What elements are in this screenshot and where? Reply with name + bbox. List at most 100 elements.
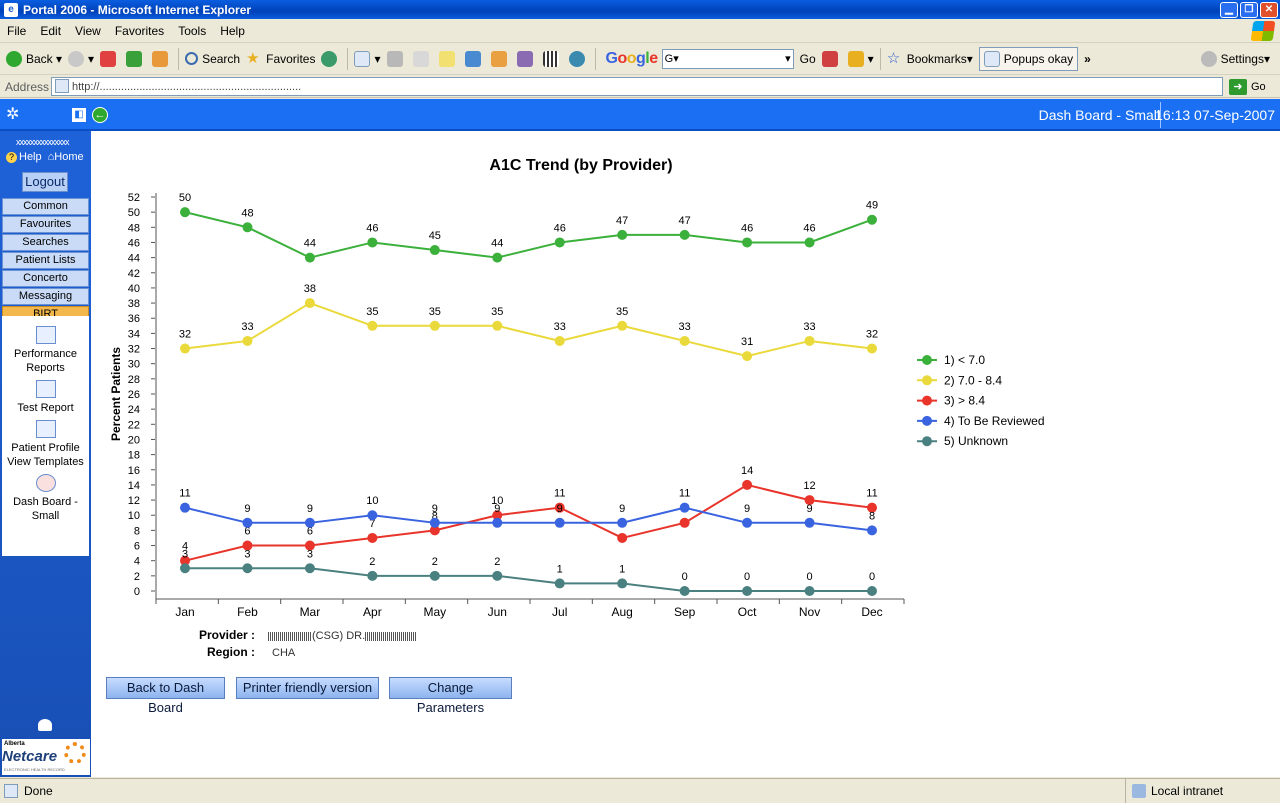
- change-parameters-button[interactable]: Change Parameters: [389, 677, 512, 715]
- settings-button[interactable]: Settings▾: [1200, 47, 1270, 71]
- popups-button[interactable]: Popups okay: [978, 46, 1079, 71]
- data-label: 9: [619, 503, 625, 515]
- netcare-alberta: Alberta: [4, 741, 25, 747]
- portal-logo-icon[interactable]: ✲: [6, 107, 22, 123]
- nav-concerto[interactable]: Concerto: [2, 270, 89, 287]
- search-button[interactable]: Search: [185, 47, 240, 71]
- birt-test-report[interactable]: Test Report: [2, 380, 89, 415]
- nav-searches[interactable]: Searches: [2, 234, 89, 251]
- nav-common[interactable]: Common: [2, 198, 89, 215]
- menu-favorites[interactable]: Favorites: [108, 24, 171, 38]
- data-label: 50: [179, 192, 191, 204]
- bookmarks-button[interactable]: ☆ Bookmarks▾: [887, 47, 973, 71]
- google-search-input[interactable]: G▾ ▾: [661, 48, 794, 69]
- legend-label: 5) Unknown: [944, 434, 1008, 448]
- data-label: 48: [241, 207, 253, 219]
- birt-patient-profile[interactable]: Patient Profile View Templates: [2, 420, 89, 469]
- x-tick-label: Dec: [861, 605, 882, 619]
- data-point: [804, 586, 815, 596]
- region-value: CHA: [272, 647, 296, 659]
- menu-tools[interactable]: Tools: [171, 24, 213, 38]
- google-extra-button[interactable]: ▾: [847, 47, 874, 71]
- mail-button[interactable]: ▾: [354, 47, 381, 71]
- print-button[interactable]: [386, 47, 407, 71]
- data-point: [867, 343, 877, 354]
- google-go-button[interactable]: Go: [800, 47, 816, 71]
- data-label: 33: [554, 321, 566, 333]
- netcare-logo: Alberta Netcare ELECTRONIC HEALTH RECORD: [2, 739, 90, 775]
- menu-view[interactable]: View: [68, 24, 108, 38]
- data-point: [679, 502, 690, 513]
- legend-label: 2) 7.0 - 8.4: [944, 373, 1002, 387]
- search-icon: [185, 52, 199, 65]
- birt-dash-board-small[interactable]: Dash Board - Small: [2, 474, 89, 523]
- data-label: 35: [616, 306, 628, 318]
- data-label: 46: [366, 222, 378, 234]
- y-axis-label: Percent Patients: [109, 347, 123, 441]
- address-go-button[interactable]: ➜ Go: [1229, 78, 1266, 95]
- legend-marker: [922, 436, 932, 447]
- printer-friendly-button[interactable]: Printer friendly version: [236, 677, 379, 699]
- data-point: [617, 320, 628, 331]
- collapse-sidebar-icon[interactable]: ◧: [72, 108, 86, 122]
- menu-help[interactable]: Help: [213, 24, 252, 38]
- research-button[interactable]: [490, 47, 511, 71]
- address-label: Address: [5, 79, 50, 94]
- nav-messaging[interactable]: Messaging: [2, 288, 89, 305]
- data-point: [804, 237, 815, 248]
- popups-label: Popups okay: [1003, 51, 1074, 66]
- data-label: 9: [744, 503, 750, 515]
- network-button[interactable]: [568, 47, 589, 71]
- google-options-button[interactable]: [821, 47, 842, 71]
- google-go-label: Go: [799, 51, 816, 66]
- discuss-button[interactable]: [438, 47, 459, 71]
- data-label: 11: [679, 488, 690, 500]
- popup-blocker-icon: [983, 50, 1000, 67]
- menu-edit[interactable]: Edit: [33, 24, 68, 38]
- refresh-button[interactable]: [126, 47, 146, 71]
- messenger-icon: [464, 50, 481, 67]
- back-circle-icon[interactable]: ←: [92, 107, 108, 123]
- forward-button[interactable]: ▾: [68, 47, 94, 71]
- legend-marker: [922, 415, 932, 426]
- y-tick-label: 36: [128, 313, 140, 325]
- data-label: 2: [494, 556, 500, 568]
- session-icon[interactable]: [38, 719, 52, 731]
- status-text: Done: [24, 783, 53, 798]
- nav-patient-lists[interactable]: Patient Lists: [2, 252, 89, 269]
- data-point: [304, 517, 315, 528]
- home-link[interactable]: ⌂Home: [48, 151, 84, 163]
- favorites-button[interactable]: ★ Favorites: [246, 47, 315, 71]
- home-button[interactable]: [152, 47, 172, 71]
- edit-icon: [412, 50, 429, 67]
- y-tick-label: 18: [128, 450, 140, 462]
- messenger-button[interactable]: [464, 47, 485, 71]
- note-icon: [438, 50, 455, 67]
- data-label: 46: [803, 222, 815, 234]
- minimize-button[interactable]: ▁: [1220, 1, 1238, 18]
- stop-button[interactable]: [100, 47, 120, 71]
- birt-performance-reports[interactable]: Performance Reports: [2, 326, 89, 375]
- help-home-links: ? Help ⌂Home: [6, 151, 84, 163]
- address-input[interactable]: http://.................................…: [51, 77, 1223, 96]
- tool-button[interactable]: [516, 47, 537, 71]
- back-to-dashboard-button[interactable]: Back to Dash Board: [106, 677, 225, 715]
- grid-button[interactable]: [542, 47, 563, 71]
- maximize-button[interactable]: ❐: [1240, 1, 1258, 18]
- edit-button[interactable]: [412, 47, 433, 71]
- y-tick-label: 30: [128, 359, 140, 371]
- help-link[interactable]: ? Help: [6, 151, 42, 163]
- history-button[interactable]: [321, 47, 341, 71]
- toolbar-separator: [347, 47, 349, 70]
- region-label: Region :: [207, 645, 255, 659]
- data-point: [242, 335, 253, 346]
- nav-favourites[interactable]: Favourites: [2, 216, 89, 233]
- toolbar-overflow-button[interactable]: »: [1084, 47, 1091, 71]
- legend-label: 1) < 7.0: [944, 353, 985, 367]
- close-button[interactable]: ✕: [1260, 1, 1278, 18]
- back-button[interactable]: Back ▾: [6, 47, 62, 71]
- data-point: [679, 517, 690, 528]
- browser-toolbar: Back ▾ ▾ Search ★ Favorites ▾ Google G▾ ▾ …: [0, 43, 1280, 75]
- logout-button[interactable]: Logout: [22, 172, 68, 192]
- menu-file[interactable]: File: [0, 24, 33, 38]
